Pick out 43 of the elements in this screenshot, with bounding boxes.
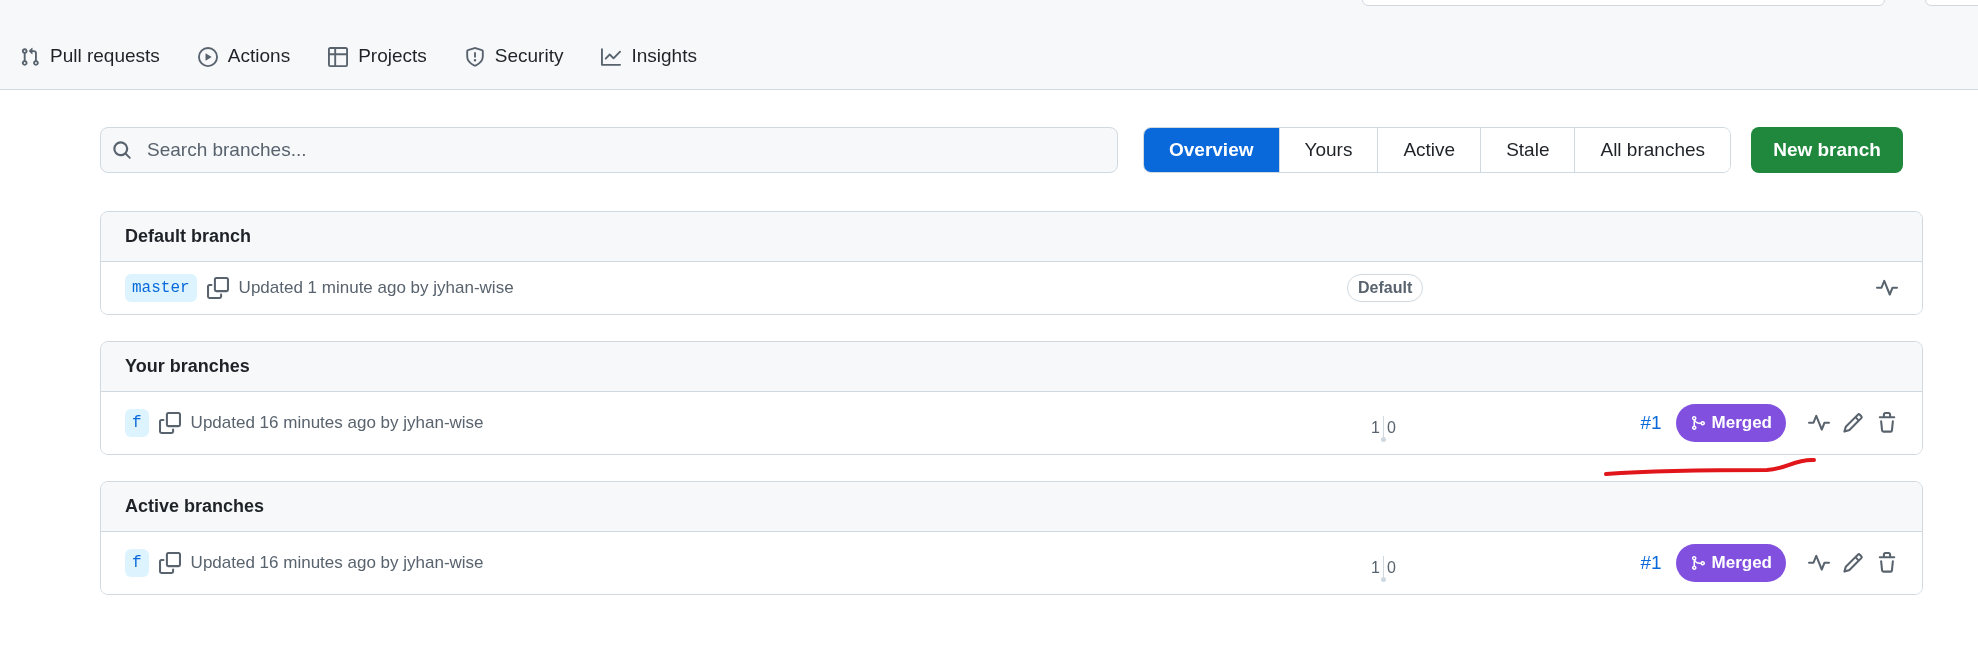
shield-icon	[464, 46, 485, 67]
trash-icon[interactable]	[1876, 552, 1898, 574]
ahead-count: 0	[1386, 418, 1396, 438]
nav-tab[interactable]: Projects	[320, 36, 435, 77]
merge-icon	[1689, 555, 1706, 571]
table-icon	[328, 46, 349, 67]
merged-label: Merged	[1675, 544, 1786, 582]
play-icon	[197, 46, 218, 67]
copy-icon[interactable]	[158, 412, 181, 434]
copy-icon[interactable]	[158, 552, 181, 574]
ahead-count: 0	[1386, 558, 1396, 578]
nav-tab[interactable]: Actions	[189, 36, 299, 77]
pull-request-link[interactable]: #1	[1640, 548, 1662, 578]
behind-count: 1	[1371, 558, 1381, 578]
section-title: Active branches	[125, 495, 265, 518]
behind-count: 1	[1371, 418, 1381, 438]
copy-icon[interactable]	[206, 277, 229, 299]
updated-text: Updated 1 minute ago by jyhan-wise	[238, 277, 514, 300]
branch-name[interactable]: master	[125, 274, 197, 302]
ahead-behind-bar	[1382, 556, 1387, 582]
nav-tab[interactable]: Pull requests	[12, 36, 168, 77]
graph-icon	[601, 46, 622, 67]
filter-tab[interactable]: Overview	[1144, 128, 1279, 172]
pull-request-link[interactable]: #1	[1640, 408, 1662, 438]
edit-icon[interactable]	[1842, 552, 1864, 574]
ahead-behind-bar	[1382, 416, 1387, 442]
merged-label: Merged	[1675, 404, 1786, 442]
edit-icon[interactable]	[1842, 412, 1864, 434]
updated-text: Updated 16 minutes ago by jyhan-wise	[190, 412, 484, 435]
search-field[interactable]: Search branches...	[100, 127, 1118, 173]
section-title: Default branch	[125, 225, 252, 248]
section-title: Your branches	[125, 355, 250, 378]
filter-tab[interactable]: All branches	[1574, 128, 1730, 172]
branch-name[interactable]: f	[125, 549, 149, 577]
search-icon	[112, 140, 132, 160]
branch-name[interactable]: f	[125, 409, 149, 437]
merge-icon	[1689, 415, 1706, 431]
trash-icon[interactable]	[1876, 412, 1898, 434]
new-branch-button[interactable]: New branch	[1751, 127, 1903, 173]
nav-tab[interactable]: Insights	[593, 36, 705, 77]
pull-request-icon	[20, 46, 40, 67]
updated-text: Updated 16 minutes ago by jyhan-wise	[190, 552, 484, 575]
nav-tab[interactable]: Security	[456, 36, 572, 77]
